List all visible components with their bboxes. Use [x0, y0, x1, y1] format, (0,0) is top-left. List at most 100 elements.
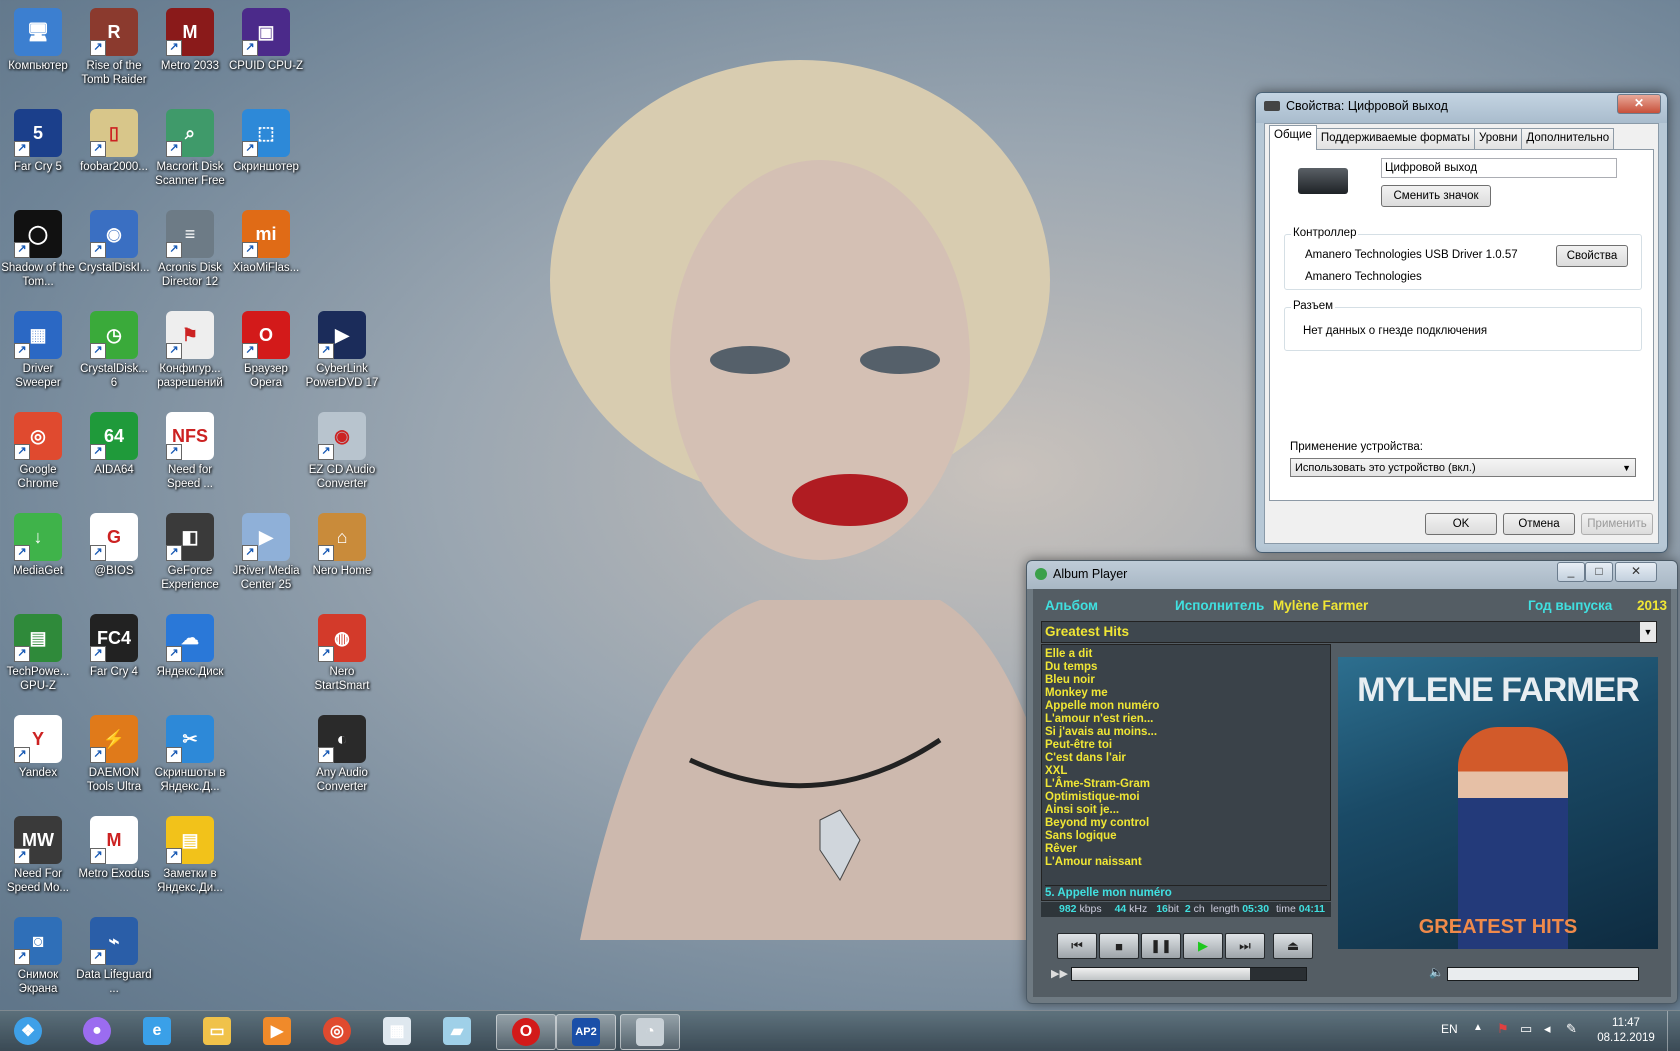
desktop-icon[interactable]: ▶ ↗ CyberLink PowerDVD 17 [304, 307, 380, 390]
internet-explorer-taskbar-button[interactable]: e [128, 1014, 186, 1048]
speaker-tray-icon[interactable]: ◂ [1544, 1021, 1551, 1037]
tray-overflow-icon[interactable]: ▲ [1473, 1022, 1483, 1033]
pause-button[interactable]: ❚❚ [1141, 933, 1181, 959]
track-item[interactable]: Sans logique [1045, 830, 1327, 843]
previous-track-button[interactable]: ⏮ [1057, 933, 1097, 959]
track-item[interactable]: Rêver [1045, 843, 1327, 856]
close-button[interactable]: ✕ [1617, 94, 1661, 114]
desktop-icon[interactable]: ▶ ↗ JRiver Media Center 25 [228, 509, 304, 592]
chrome-taskbar-taskbar-button[interactable]: ◎ [308, 1014, 366, 1048]
track-item[interactable]: Peut-être toi [1045, 739, 1327, 752]
album-player-taskbar-taskbar-button[interactable]: AP2 [556, 1014, 616, 1050]
eject-button[interactable]: ⏏ [1273, 933, 1313, 959]
desktop-icon[interactable]: ▣ ↗ CPUID CPU-Z [228, 4, 304, 73]
language-indicator[interactable]: EN [1441, 1022, 1458, 1036]
desktop-icon[interactable]: NFS ↗ Need for Speed ... [152, 408, 228, 491]
desktop-icon[interactable]: ☁ ↗ Яндекс.Диск [152, 610, 228, 679]
desktop-icon[interactable]: ◧ ↗ GeForce Experience [152, 509, 228, 592]
maximize-button[interactable]: □ [1585, 562, 1613, 582]
controller-properties-button[interactable]: Свойства [1556, 245, 1628, 267]
desktop-icon[interactable]: ⌕ ↗ Macrorit Disk Scanner Free [152, 105, 228, 188]
track-item[interactable]: Si j'avais au moins... [1045, 726, 1327, 739]
usage-select[interactable]: Использовать это устройство (вкл.) ▼ [1290, 458, 1636, 477]
pen-tray-icon[interactable]: ✎ [1566, 1021, 1577, 1037]
desktop-icon[interactable]: O ↗ Браузер Opera [228, 307, 304, 390]
desktop-icon[interactable]: ◯ ↗ Shadow of the Tom... [0, 206, 76, 289]
track-item[interactable]: Beyond my control [1045, 817, 1327, 830]
start-orb-taskbar-button[interactable]: ❖ [2, 1014, 54, 1048]
clock[interactable]: 11:47 08.12.2019 [1596, 1016, 1656, 1046]
speaker-taskbar-taskbar-button[interactable]: ◔ [620, 1014, 680, 1050]
track-item[interactable]: XXL [1045, 765, 1327, 778]
track-item[interactable]: Appelle mon numéro [1045, 700, 1327, 713]
track-item[interactable]: L'Âme-Stram-Gram [1045, 778, 1327, 791]
track-item[interactable]: Ainsi soit je... [1045, 804, 1327, 817]
album-select[interactable]: Greatest Hits ▼ [1041, 621, 1657, 643]
change-icon-button[interactable]: Сменить значок [1381, 185, 1491, 207]
desktop-icon[interactable]: ⚡ ↗ DAEMON Tools Ultra [76, 711, 152, 794]
tab-advanced[interactable]: Дополнительно [1521, 128, 1615, 149]
tab-levels[interactable]: Уровни [1473, 128, 1523, 149]
desktop-icon[interactable]: ◉ ↗ EZ CD Audio Converter [304, 408, 380, 491]
cancel-button[interactable]: Отмена [1503, 513, 1575, 535]
desktop-icon[interactable]: ◙ ↗ Снимок Экрана [0, 913, 76, 996]
desktop-icon[interactable]: 5 ↗ Far Cry 5 [0, 105, 76, 174]
opera-taskbar-taskbar-button[interactable]: O [496, 1014, 556, 1050]
network-tray-icon[interactable]: ▭ [1520, 1021, 1532, 1037]
desktop-icon[interactable]: G ↗ @BIOS [76, 509, 152, 578]
file-explorer-taskbar-button[interactable]: ▭ [188, 1014, 246, 1048]
desktop-icon[interactable]: ↓ ↗ MediaGet [0, 509, 76, 578]
track-item[interactable]: Monkey me [1045, 687, 1327, 700]
desktop-icon[interactable]: ▤ ↗ TechPowe... GPU-Z [0, 610, 76, 693]
volume-bar[interactable] [1447, 967, 1639, 981]
desktop-icon[interactable]: ✂ ↗ Скриншоты в Яндекс.Д... [152, 711, 228, 794]
track-item[interactable]: Bleu noir [1045, 674, 1327, 687]
calculator-taskbar-button[interactable]: ▦ [368, 1014, 426, 1048]
desktop-icon[interactable]: ◐ ↗ Any Audio Converter [304, 711, 380, 794]
minimize-button[interactable]: _ [1557, 562, 1585, 582]
desktop-icon[interactable]: ⬚ ↗ Скриншотер [228, 105, 304, 174]
play-button[interactable]: ▶ [1183, 933, 1223, 959]
track-item[interactable]: Elle a dit [1045, 648, 1327, 661]
desktop-icon[interactable]: Y ↗ Yandex [0, 711, 76, 780]
desktop-icon[interactable]: ◷ ↗ CrystalDisk... 6 [76, 307, 152, 390]
device-name-field[interactable] [1381, 158, 1617, 178]
desktop-icon[interactable]: MW ↗ Need For Speed Mo... [0, 812, 76, 895]
desktop-icon[interactable]: M ↗ Metro 2033 [152, 4, 228, 73]
alice-assistant-taskbar-button[interactable]: ● [68, 1014, 126, 1048]
notepad-taskbar-button[interactable]: ▰ [428, 1014, 486, 1048]
properties-titlebar[interactable]: Свойства: Цифровой выход [1256, 93, 1667, 119]
desktop-icon[interactable]: ⌁ ↗ Data Lifeguard ... [76, 913, 152, 996]
desktop-icon[interactable]: ◍ ↗ Nero StartSmart [304, 610, 380, 693]
desktop-icon[interactable]: 64 ↗ AIDA64 [76, 408, 152, 477]
track-item[interactable]: C'est dans l'air [1045, 752, 1327, 765]
next-track-button[interactable]: ⏭ [1225, 933, 1265, 959]
track-item[interactable]: Du temps [1045, 661, 1327, 674]
media-player-taskbar-button[interactable]: ▶ [248, 1014, 306, 1048]
tab-general[interactable]: Общие [1269, 125, 1317, 150]
desktop-icon[interactable]: ◎ ↗ Google Chrome [0, 408, 76, 491]
show-desktop-button[interactable] [1667, 1011, 1680, 1051]
desktop-icon[interactable]: ≡ ↗ Acronis Disk Director 12 [152, 206, 228, 289]
ok-button[interactable]: OK [1425, 513, 1497, 535]
close-button[interactable]: ✕ [1615, 562, 1657, 582]
desktop-icon[interactable]: mi ↗ XiaoMiFlas... [228, 206, 304, 275]
desktop-icon[interactable]: ▯ ↗ foobar2000... [76, 105, 152, 174]
desktop-icon[interactable]: R ↗ Rise of the Tomb Raider [76, 4, 152, 87]
desktop-icon[interactable]: M ↗ Metro Exodus [76, 812, 152, 881]
desktop-icon[interactable]: ⚑ ↗ Конфигур... разрешений [152, 307, 228, 390]
stop-button[interactable]: ■ [1099, 933, 1139, 959]
desktop-icon[interactable]: ▦ ↗ Driver Sweeper [0, 307, 76, 390]
tab-supported-formats[interactable]: Поддерживаемые форматы [1315, 128, 1475, 149]
desktop-icon[interactable]: ⌂ ↗ Nero Home [304, 509, 380, 578]
desktop-icon[interactable]: 🖥 Компьютер [0, 4, 76, 73]
track-item[interactable]: L'amour n'est rien... [1045, 713, 1327, 726]
track-item[interactable]: L'Amour naissant [1045, 856, 1327, 869]
apply-button[interactable]: Применить [1581, 513, 1653, 535]
desktop-icon[interactable]: FC4 ↗ Far Cry 4 [76, 610, 152, 679]
desktop-icon[interactable]: ◉ ↗ CrystalDiskI... [76, 206, 152, 275]
action-center-flag-icon[interactable]: ⚑ [1497, 1021, 1509, 1037]
track-item[interactable]: Optimistique-moi [1045, 791, 1327, 804]
desktop-icon[interactable]: ▤ ↗ Заметки в Яндекс.Ди... [152, 812, 228, 895]
seek-bar[interactable] [1071, 967, 1307, 981]
